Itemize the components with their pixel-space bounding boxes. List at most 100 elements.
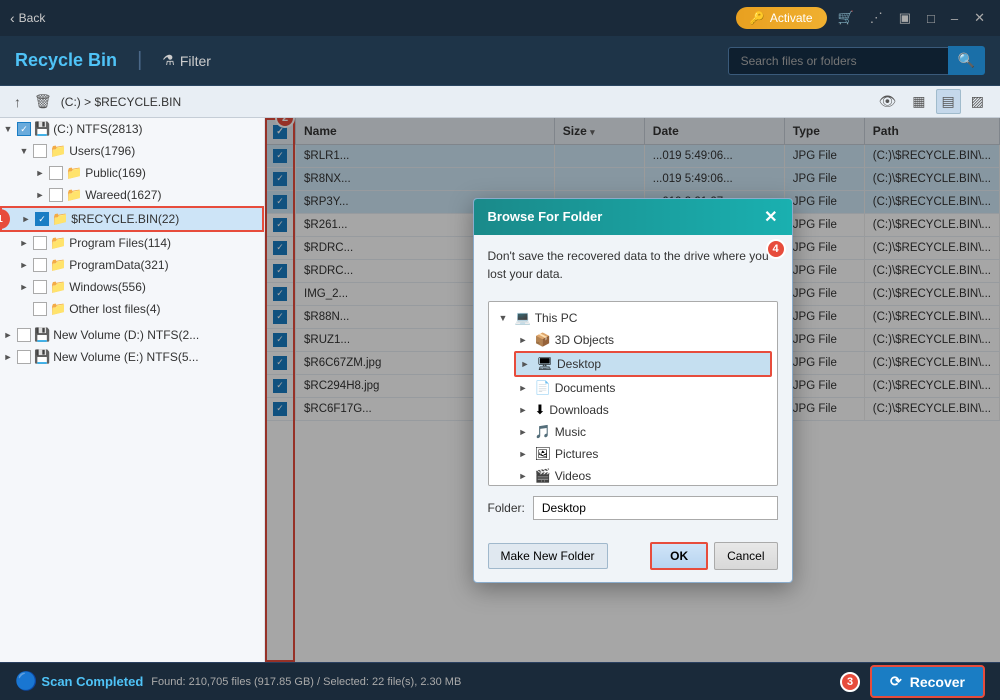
chevron-right-icon: ► (34, 168, 46, 178)
content-area: 2 ✓ Name Size ▾ Date Type Path ✓ $RLR1..… (265, 118, 1000, 662)
sidebar-item-recycle[interactable]: 1 ► ✓ 📁 $RECYCLE.BIN(22) (0, 206, 264, 232)
view-details-button[interactable]: ▨ (965, 89, 990, 114)
dialog-warning-text: Don't save the recovered data to the dri… (488, 247, 778, 283)
sidebar: ▼ ✓ 💾 (C:) NTFS(2813) ▼ 📁 Users(1796) ► … (0, 118, 265, 662)
ftree-item-downloads[interactable]: ► ⬇ Downloads (514, 399, 772, 421)
dialog-overlay: Browse For Folder ✕ 4 Don't save the rec… (265, 118, 1000, 662)
view-preview-button[interactable]: 👁 (873, 89, 903, 114)
close-icon[interactable]: ✕ (969, 8, 990, 28)
sidebar-item-programfiles[interactable]: ► 📁 Program Files(114) (0, 232, 264, 254)
ok-cancel-group: OK Cancel (650, 542, 777, 570)
folder-path-input[interactable] (533, 496, 778, 520)
public-checkbox[interactable] (49, 166, 63, 180)
back-button[interactable]: ‹ Back (10, 10, 45, 26)
drive-c-label: (C:) NTFS(2813) (53, 122, 142, 136)
ftree-item-pictures[interactable]: ► 🖼 Pictures (514, 443, 772, 465)
pd-label: ProgramData(321) (69, 258, 168, 272)
dialog-close-button[interactable]: ✕ (764, 207, 777, 227)
drive-e-checkbox[interactable] (17, 350, 31, 364)
dialog-header: Browse For Folder ✕ (474, 199, 792, 235)
status-found-text: Found: 210,705 files (917.85 GB) / Selec… (151, 676, 461, 688)
path-delete-button[interactable]: 🗑 (30, 91, 56, 112)
pd-folder-icon: 📁 (50, 257, 66, 273)
path-up-button[interactable]: ↑ (10, 92, 25, 112)
ftree-item-desktop[interactable]: ► 🖥 Desktop (514, 351, 772, 377)
sidebar-item-drive-c[interactable]: ▼ ✓ 💾 (C:) NTFS(2813) (0, 118, 264, 140)
recycle-bin-title[interactable]: Recycle Bin (15, 50, 117, 71)
chevron-down-icon: ▼ (2, 124, 14, 134)
users-checkbox[interactable] (33, 144, 47, 158)
videos-label: Videos (555, 469, 591, 483)
drive-d-icon: 💾 (34, 327, 50, 343)
other-label: Other lost files(4) (69, 302, 160, 316)
folder-label: Folder: (488, 501, 525, 515)
drive-d-label: New Volume (D:) NTFS(2... (53, 328, 199, 342)
sidebar-item-windows[interactable]: ► 📁 Windows(556) (0, 276, 264, 298)
recycle-folder-icon: 📁 (52, 211, 68, 227)
ftree-item-3dobjects[interactable]: ► 📦 3D Objects (514, 329, 772, 351)
sidebar-item-programdata[interactable]: ► 📁 ProgramData(321) (0, 254, 264, 276)
folder-input-row: Folder: (488, 496, 778, 520)
thispc-icon: 💻 (515, 310, 531, 326)
sidebar-item-public[interactable]: ► 📁 Public(169) (0, 162, 264, 184)
maximize-icon[interactable]: – (946, 9, 963, 28)
pf-folder-icon: 📁 (50, 235, 66, 251)
filter-button[interactable]: ⚗ Filter (162, 52, 211, 69)
search-input[interactable] (728, 47, 948, 75)
sidebar-item-otherlost[interactable]: 📁 Other lost files(4) (0, 298, 264, 320)
ftree-item-videos[interactable]: ► 🎬 Videos (514, 465, 772, 486)
dialog-title: Browse For Folder (488, 209, 603, 224)
pf-label: Program Files(114) (69, 236, 171, 250)
thispc-label: This PC (535, 311, 578, 325)
sidebar-item-wareed[interactable]: ► 📁 Wareed(1627) (0, 184, 264, 206)
win-label: Windows(556) (69, 280, 146, 294)
restore-icon[interactable]: ▣ (894, 8, 916, 28)
pf-checkbox[interactable] (33, 236, 47, 250)
users-folder-icon: 📁 (50, 143, 66, 159)
make-new-folder-button[interactable]: Make New Folder (488, 543, 608, 569)
desktop-label: Desktop (557, 357, 601, 371)
path-text: (C:) > $RECYCLE.BIN (61, 95, 181, 109)
ftree-item-thispc[interactable]: ▼ 💻 This PC (494, 307, 772, 329)
ftree-chevron-3d: ► (519, 335, 531, 345)
ok-button[interactable]: OK (650, 542, 708, 570)
minimize-icon[interactable]: □ (922, 9, 940, 28)
dialog-body: 4 Don't save the recovered data to the d… (474, 235, 792, 542)
view-grid-button[interactable]: ▦ (906, 89, 931, 114)
ftree-chevron-thispc: ▼ (499, 313, 511, 323)
drive-c-checkbox[interactable]: ✓ (17, 122, 31, 136)
chevron-right-icon: ► (2, 352, 14, 362)
ftree-chevron-music: ► (519, 427, 531, 437)
view-buttons: 👁 ▦ ▤ ▨ (873, 89, 990, 114)
logo-icon: 🔵 (15, 671, 37, 692)
sidebar-item-users[interactable]: ▼ 📁 Users(1796) (0, 140, 264, 162)
activate-button[interactable]: 🔑 Activate (736, 7, 827, 29)
cart-icon[interactable]: 🛒 (833, 8, 859, 28)
documents-icon: 📄 (535, 380, 551, 396)
path-value: (C:) > $RECYCLE.BIN (61, 95, 181, 109)
win-checkbox[interactable] (33, 280, 47, 294)
status-left: 🔵 Scan Completed Found: 210,705 files (9… (15, 671, 461, 692)
browse-folder-dialog: Browse For Folder ✕ 4 Don't save the rec… (473, 198, 793, 583)
recover-button[interactable]: ⟳ Recover (870, 665, 985, 698)
chevron-down-icon: ▼ (18, 146, 30, 156)
drive-d-checkbox[interactable] (17, 328, 31, 342)
pictures-label: Pictures (555, 447, 598, 461)
sidebar-item-drive-d[interactable]: ► 💾 New Volume (D:) NTFS(2... (0, 324, 264, 346)
search-button[interactable]: 🔍 (948, 46, 985, 75)
win-folder-icon: 📁 (50, 279, 66, 295)
share-icon[interactable]: ⋰ (865, 8, 888, 28)
public-label: Public(169) (85, 166, 146, 180)
wareed-folder-icon: 📁 (66, 187, 82, 203)
ftree-item-music[interactable]: ► 🎵 Music (514, 421, 772, 443)
pd-checkbox[interactable] (33, 258, 47, 272)
ftree-item-documents[interactable]: ► 📄 Documents (514, 377, 772, 399)
recycle-checkbox[interactable]: ✓ (35, 212, 49, 226)
cancel-button[interactable]: Cancel (714, 542, 777, 570)
view-list-button[interactable]: ▤ (936, 89, 961, 114)
wareed-checkbox[interactable] (49, 188, 63, 202)
acrobits-logo: 🔵 Scan Completed (15, 671, 143, 692)
other-checkbox[interactable] (33, 302, 47, 316)
music-icon: 🎵 (535, 424, 551, 440)
sidebar-item-drive-e[interactable]: ► 💾 New Volume (E:) NTFS(5... (0, 346, 264, 368)
